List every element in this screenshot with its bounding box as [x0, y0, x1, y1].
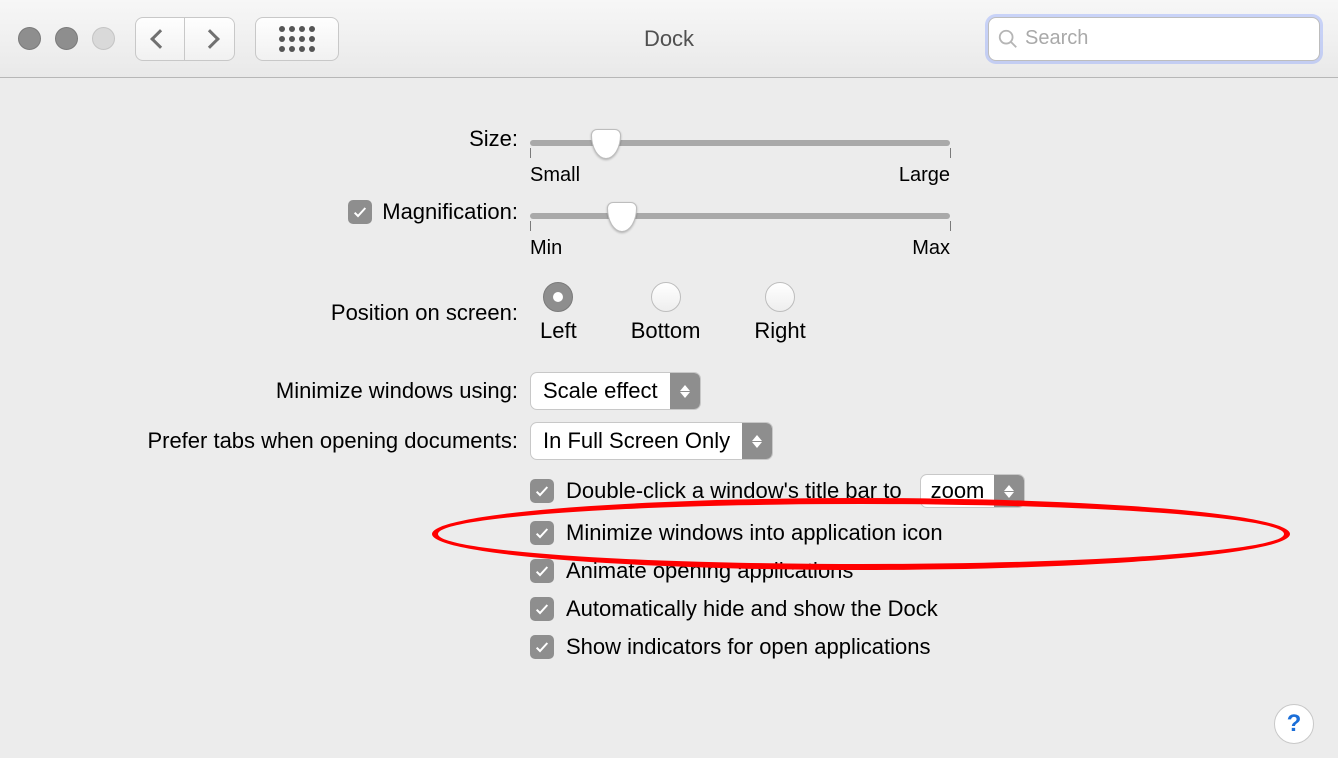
help-icon: ?: [1287, 710, 1302, 738]
auto-hide-dock-label: Automatically hide and show the Dock: [566, 596, 938, 622]
position-radio-right[interactable]: [765, 282, 795, 312]
show-indicators-row: Show indicators for open applications: [530, 634, 1338, 660]
position-radio-bottom[interactable]: [651, 282, 681, 312]
size-min-label: Small: [530, 164, 580, 187]
position-label: Position on screen:: [331, 300, 518, 326]
options-list: Double-click a window's title bar to zoo…: [0, 474, 1338, 660]
position-radio-right-label: Right: [754, 318, 805, 344]
check-icon: [534, 601, 550, 617]
magnification-max-label: Max: [912, 237, 950, 260]
size-max-label: Large: [899, 164, 950, 187]
double-click-checkbox[interactable]: [530, 479, 554, 503]
minimize-into-icon-label: Minimize windows into application icon: [566, 520, 943, 546]
window-title: Dock: [644, 26, 694, 52]
auto-hide-dock-row: Automatically hide and show the Dock: [530, 596, 1338, 622]
back-button[interactable]: [135, 17, 185, 61]
position-radio-left[interactable]: [543, 282, 573, 312]
minimize-using-select[interactable]: Scale effect: [530, 372, 701, 410]
minimize-using-value: Scale effect: [531, 378, 670, 404]
zoom-window-button[interactable]: [92, 27, 115, 50]
nav-group: [135, 17, 235, 61]
magnification-slider-thumb[interactable]: [607, 202, 637, 232]
minimize-into-icon-checkbox[interactable]: [530, 521, 554, 545]
auto-hide-dock-checkbox[interactable]: [530, 597, 554, 621]
help-button[interactable]: ?: [1274, 704, 1314, 744]
animate-opening-row: Animate opening applications: [530, 558, 1338, 584]
toolbar: Dock: [0, 0, 1338, 78]
double-click-label: Double-click a window's title bar to: [566, 478, 902, 504]
check-icon: [534, 639, 550, 655]
check-icon: [352, 204, 368, 220]
forward-button[interactable]: [185, 17, 235, 61]
search-input[interactable]: [1019, 27, 1311, 50]
updown-arrows-icon: [994, 475, 1024, 507]
double-click-select[interactable]: zoom: [920, 474, 1026, 508]
position-radio-bottom-label: Bottom: [631, 318, 701, 344]
animate-opening-checkbox[interactable]: [530, 559, 554, 583]
search-field-wrap[interactable]: [988, 17, 1320, 61]
search-icon: [997, 28, 1019, 50]
magnification-label: Magnification:: [382, 199, 518, 225]
show-indicators-checkbox[interactable]: [530, 635, 554, 659]
grid-icon: [279, 26, 315, 52]
magnification-min-label: Min: [530, 237, 562, 260]
position-radio-left-label: Left: [540, 318, 577, 344]
position-row: Position on screen: Left Bottom Right: [0, 282, 1338, 344]
check-icon: [534, 483, 550, 499]
position-radio-group: Left Bottom Right: [540, 282, 806, 344]
window-controls: [18, 27, 115, 50]
preferences-content: Size: Small Large Magnification:: [0, 78, 1338, 758]
minimize-window-button[interactable]: [55, 27, 78, 50]
chevron-left-icon: [150, 29, 170, 49]
double-click-row: Double-click a window's title bar to zoo…: [530, 474, 1338, 508]
double-click-value: zoom: [921, 478, 995, 504]
magnification-checkbox[interactable]: [348, 200, 372, 224]
animate-opening-label: Animate opening applications: [566, 558, 853, 584]
show-indicators-label: Show indicators for open applications: [566, 634, 930, 660]
size-label: Size:: [469, 126, 518, 152]
chevron-right-icon: [200, 29, 220, 49]
magnification-slider[interactable]: Min Max: [530, 199, 950, 260]
minimize-using-row: Minimize windows using: Scale effect: [0, 372, 1338, 410]
size-slider-thumb[interactable]: [591, 129, 621, 159]
updown-arrows-icon: [742, 423, 772, 459]
minimize-into-icon-row: Minimize windows into application icon: [530, 520, 1338, 546]
check-icon: [534, 525, 550, 541]
close-window-button[interactable]: [18, 27, 41, 50]
magnification-row: Magnification: Min Max: [0, 199, 1338, 260]
show-all-button[interactable]: [255, 17, 339, 61]
prefer-tabs-value: In Full Screen Only: [531, 428, 742, 454]
prefer-tabs-row: Prefer tabs when opening documents: In F…: [0, 422, 1338, 460]
size-slider[interactable]: Small Large: [530, 126, 950, 187]
updown-arrows-icon: [670, 373, 700, 409]
prefer-tabs-select[interactable]: In Full Screen Only: [530, 422, 773, 460]
check-icon: [534, 563, 550, 579]
size-row: Size: Small Large: [0, 126, 1338, 187]
prefer-tabs-label: Prefer tabs when opening documents:: [147, 428, 518, 454]
minimize-using-label: Minimize windows using:: [276, 378, 518, 404]
